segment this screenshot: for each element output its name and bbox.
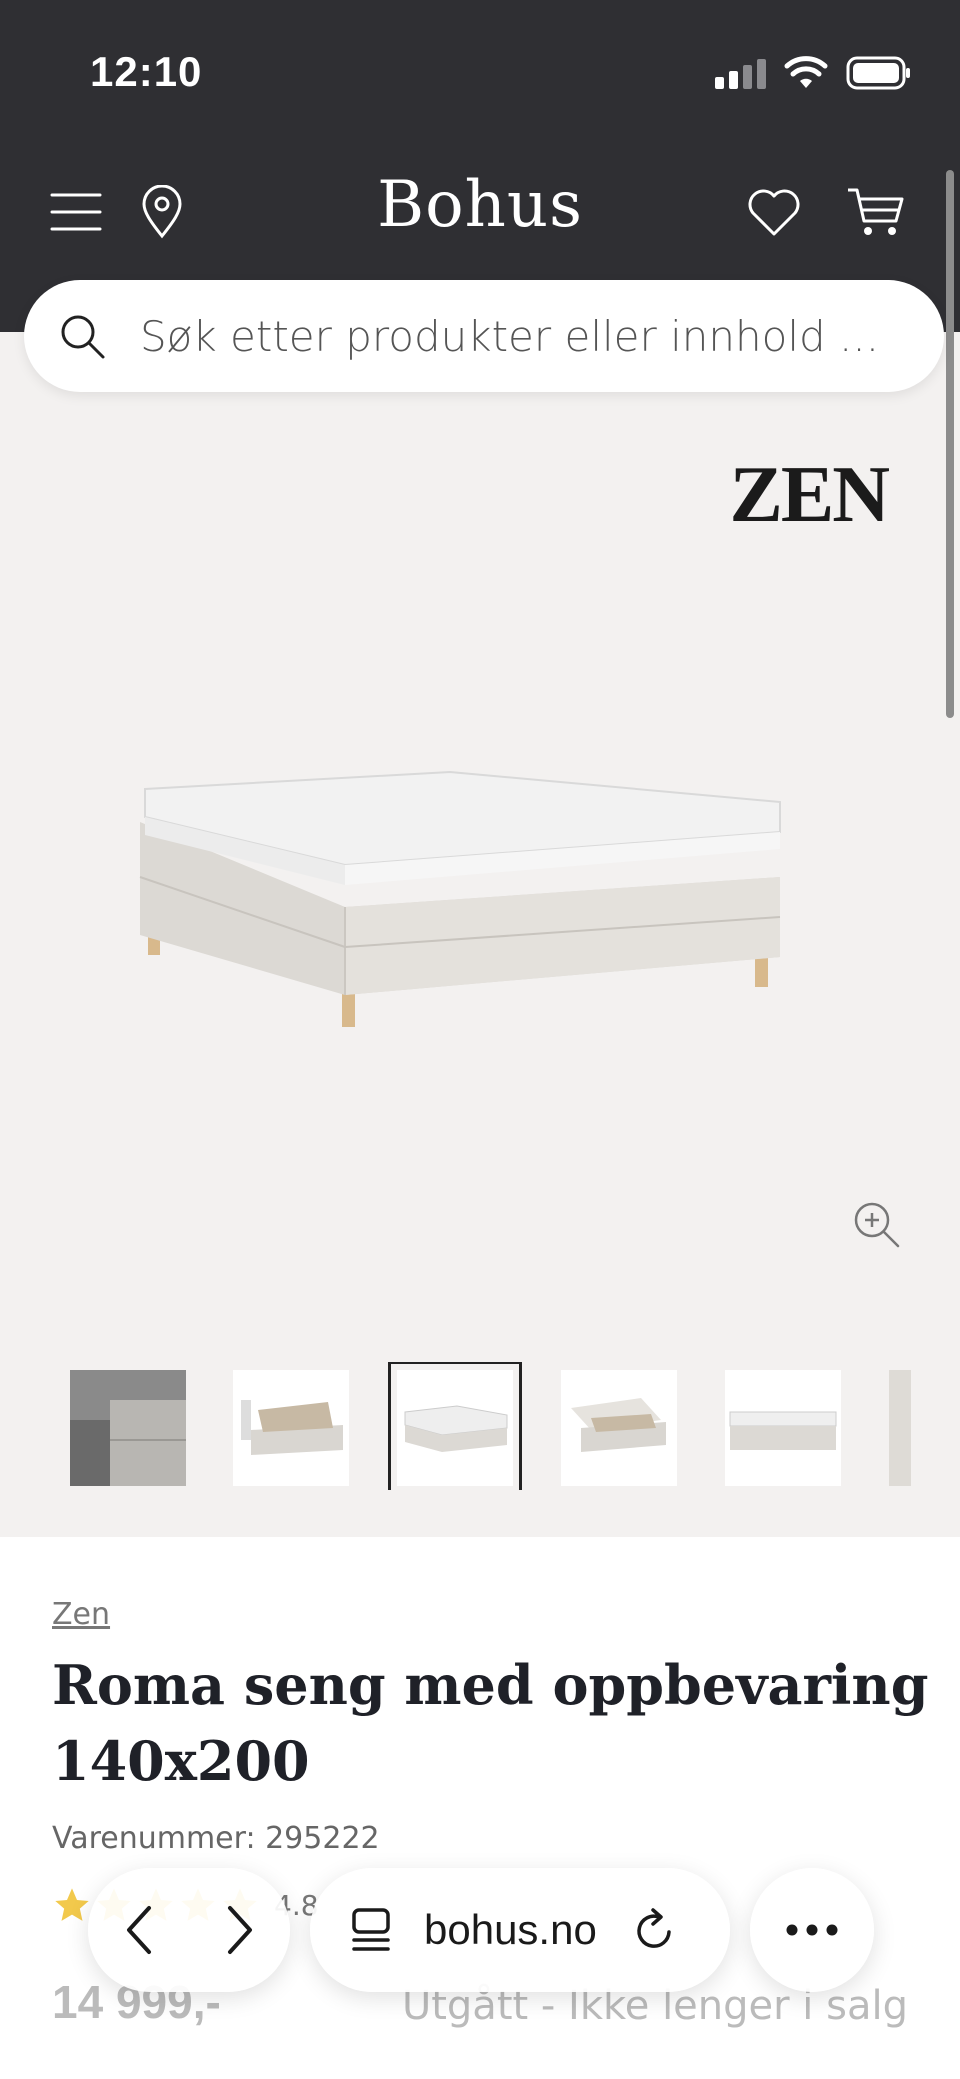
search-input[interactable]: Søk etter produkter eller innhold ... [140, 312, 879, 361]
back-chevron-icon[interactable] [119, 1902, 159, 1958]
product-image-bed[interactable] [130, 717, 790, 1037]
thumbnail-5[interactable] [725, 1370, 841, 1486]
status-bar: 12:10 [0, 0, 960, 150]
url-text[interactable]: bohus.no [424, 1906, 597, 1954]
forward-chevron-icon[interactable] [220, 1902, 260, 1958]
tabs-icon[interactable] [350, 1906, 394, 1954]
reload-icon[interactable] [633, 1906, 677, 1954]
star-icon [55, 1888, 89, 1921]
brand-link[interactable]: Zen [52, 1597, 110, 1632]
status-icons [715, 56, 912, 90]
search-bar[interactable]: Søk etter produkter eller innhold ... [24, 280, 944, 392]
product-info: Zen Roma seng med oppbevaring 140x200 Va… [0, 1537, 960, 2079]
favorites-heart-icon[interactable] [744, 182, 804, 242]
thumbnail-2[interactable] [233, 1370, 349, 1486]
browser-address-bar[interactable]: bohus.no [310, 1868, 730, 1992]
browser-nav-buttons [88, 1868, 290, 1992]
search-icon [54, 308, 110, 364]
shopping-cart-icon[interactable] [846, 182, 906, 242]
thumbnail-6[interactable] [889, 1370, 911, 1486]
product-sku: Varenummer: 295222 [52, 1821, 380, 1856]
page-scrollbar[interactable] [946, 170, 954, 718]
brand-logo-zen: ZEN [729, 451, 890, 539]
zoom-icon[interactable] [852, 1200, 902, 1254]
thumbnail-3[interactable] [388, 1362, 522, 1490]
cellular-signal-icon [715, 57, 766, 89]
status-time: 12:10 [90, 48, 203, 95]
thumbnail-strip[interactable] [0, 1362, 960, 1490]
site-logo[interactable]: Bohus [0, 168, 960, 242]
browser-more-button[interactable] [750, 1868, 874, 1992]
thumbnail-4[interactable] [561, 1370, 677, 1486]
product-image-gallery[interactable]: ZEN [0, 332, 960, 1537]
wifi-icon [784, 56, 828, 88]
product-title: Roma seng med oppbevaring 140x200 [52, 1653, 929, 1793]
battery-icon [846, 56, 910, 90]
more-ellipsis-icon[interactable] [784, 1922, 840, 1938]
thumbnail-1[interactable] [70, 1370, 186, 1486]
